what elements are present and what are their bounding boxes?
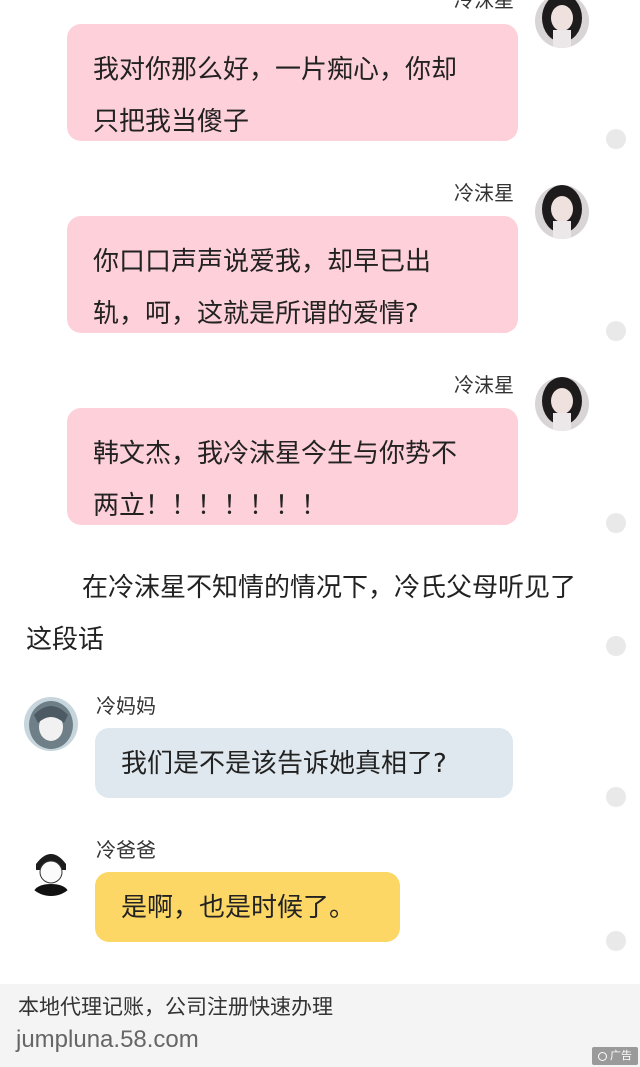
father-avatar-icon[interactable] <box>24 842 78 896</box>
bubble-line: 我们是不是该告诉她真相了? <box>121 749 447 779</box>
chat-bubble: 韩文杰，我冷沫星今生与你势不 两立！！！！！！！ <box>67 408 518 525</box>
bubble-line: 韩文杰，我冷沫星今生与你势不 <box>93 439 458 469</box>
indicator-dot <box>606 129 626 149</box>
indicator-dot <box>606 321 626 341</box>
chat-bubble: 是啊，也是时候了。 <box>95 872 400 942</box>
ad-badge-label: 广告 <box>610 1049 632 1062</box>
sender-name: 冷沫星 <box>454 373 514 397</box>
indicator-dot <box>606 636 626 656</box>
chat-bubble: 你口口声声说爱我，却早已出 轨，呵，这就是所谓的爱情? <box>67 216 518 333</box>
ad-banner[interactable]: 本地代理记账，公司注册快速办理 jumpluna.58.com 广告 <box>0 984 640 1067</box>
sender-name: 冷沫星 <box>454 0 514 12</box>
indicator-dot <box>606 931 626 951</box>
indicator-dot <box>606 513 626 533</box>
mother-avatar-icon[interactable] <box>24 697 78 751</box>
girl-avatar-icon[interactable] <box>535 0 589 48</box>
bubble-line: 两立！！！！！！！ <box>93 491 328 521</box>
ad-title[interactable]: 本地代理记账，公司注册快速办理 <box>18 992 333 1022</box>
sender-name: 冷沫星 <box>454 181 514 205</box>
girl-avatar-icon[interactable] <box>535 185 589 239</box>
bubble-line: 轨，呵，这就是所谓的爱情? <box>93 299 419 329</box>
narration-text: 在冷沫星不知情的情况下，冷氏父母听见了这段话 <box>26 573 577 655</box>
bubble-line: 我对你那么好，一片痴心，你却 <box>93 55 458 85</box>
sender-name: 冷爸爸 <box>96 838 156 862</box>
ad-url[interactable]: jumpluna.58.com <box>16 1024 199 1056</box>
bubble-line: 只把我当傻子 <box>93 107 250 137</box>
bubble-line: 你口口声声说爱我，却早已出 <box>93 247 432 277</box>
bubble-line: 是啊，也是时候了。 <box>121 893 356 923</box>
chat-bubble: 我对你那么好，一片痴心，你却 只把我当傻子 <box>67 24 518 141</box>
sender-name: 冷妈妈 <box>96 694 156 718</box>
ad-info-icon <box>598 1051 607 1061</box>
ad-badge: 广告 <box>592 1047 638 1065</box>
chat-story-page: 冷沫星 我对你那么好，一片痴心，你却 只把我当傻子 冷沫星 你口口声声说爱我，却… <box>0 0 640 1067</box>
indicator-dot <box>606 787 626 807</box>
girl-avatar-icon[interactable] <box>535 377 589 431</box>
chat-bubble: 我们是不是该告诉她真相了? <box>95 728 513 798</box>
